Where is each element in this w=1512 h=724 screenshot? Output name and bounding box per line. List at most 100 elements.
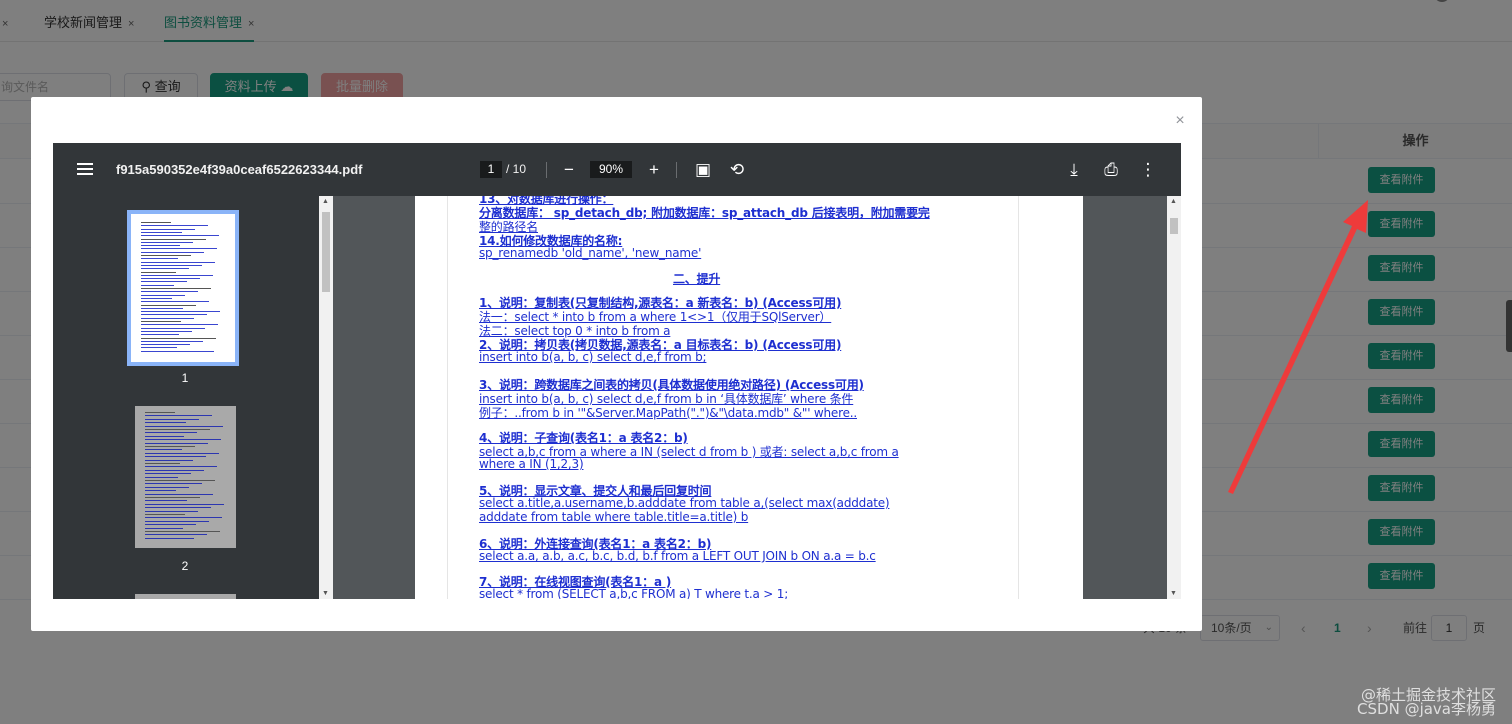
thumbnail-text-line [141, 225, 208, 227]
toolbar-divider [676, 162, 677, 178]
thumbnail-text-line [145, 415, 212, 417]
scroll-down-icon[interactable]: ▼ [1170, 590, 1177, 597]
thumbnail-sidebar: 1 2 ▲ ▼ [53, 196, 333, 599]
scrollbar-thumb[interactable] [322, 212, 330, 292]
thumbnail-text-line [145, 456, 206, 458]
scrollbar-thumb[interactable] [1170, 218, 1178, 234]
thumbnail-text-line [141, 327, 205, 329]
thumbnail-text-line [141, 301, 209, 303]
text-line: adddate from table where table.title=a.t… [479, 510, 749, 524]
thumbnail-text-line [145, 429, 210, 430]
thumbnail-text-line [141, 228, 195, 230]
thumbnail-text-line [141, 268, 189, 270]
thumbnail-text-line [141, 264, 202, 266]
thumbnail-text-line [145, 463, 180, 464]
thumbnail-text-line [141, 281, 187, 283]
thumbnail-text-line [141, 317, 194, 319]
download-icon[interactable]: ⤓ [1063, 143, 1085, 196]
thumbnail-text-line [145, 422, 186, 424]
thumbnail-text-line [145, 466, 217, 468]
thumbnail-text-line [141, 222, 171, 223]
thumbnail-text-line [145, 483, 202, 485]
thumbnail-text-line [141, 344, 190, 346]
zoom-in-icon[interactable]: + [643, 143, 665, 196]
scroll-up-icon[interactable]: ▲ [322, 198, 329, 205]
thumbnail-text-line [145, 517, 222, 519]
thumbnail-text-line [145, 493, 213, 495]
thumbnail-text-line [141, 231, 182, 233]
thumbnail-text-line [145, 439, 221, 441]
thumbnail-text-line [145, 507, 211, 509]
thumbnail-text-line [141, 340, 203, 342]
thumbnail-text-line [141, 255, 191, 256]
thumbnail-text-line [141, 314, 207, 316]
thumbnail-text-line [141, 271, 176, 273]
thumbnail-page-number: 2 [181, 559, 189, 573]
more-options-icon[interactable]: ⋮ [1137, 143, 1159, 196]
thumbnail-text-line [145, 476, 178, 478]
thumbnail-text-line [141, 350, 214, 352]
zoom-level-input[interactable]: 90% [590, 161, 632, 178]
thumbnail-text-line [145, 473, 191, 475]
text-line: select * from (SELECT a,b,c FROM a) T wh… [479, 587, 789, 599]
thumbnail-text-line [141, 248, 217, 250]
scroll-down-icon[interactable]: ▼ [322, 590, 329, 597]
page-total: / 10 [506, 162, 527, 176]
text-line: insert into b(a, b, c) select d,e,f from… [479, 350, 707, 364]
fit-to-page-icon[interactable]: ▣ [692, 143, 714, 196]
toolbar-divider [546, 162, 547, 178]
thumbnail-text-line [141, 245, 180, 247]
thumbnail-text-line [145, 490, 176, 492]
page-thumbnail[interactable] [135, 406, 236, 548]
thumbnail-text-line [145, 524, 196, 526]
thumbnail-text-line [145, 412, 175, 413]
thumbnail-text-line [145, 449, 182, 451]
thumbnail-text-line [141, 278, 200, 280]
pdf-toolbar: f915a590352e4f39a0ceaf6522623344.pdf 1 /… [53, 143, 1181, 196]
watermark: CSDN @java李杨勇 [1357, 700, 1496, 718]
close-icon[interactable]: × [1170, 111, 1190, 131]
section-heading: 分离数据库： sp_detach_db; 附加数据库：sp_attach_db … [479, 206, 930, 220]
page-scrollbar[interactable]: ▲ ▼ [1167, 196, 1181, 599]
thumbnail-text-line [141, 311, 220, 313]
page-thumbnail[interactable] [127, 210, 239, 366]
thumbnail-page-number: 1 [181, 371, 189, 385]
thumbnail-text-line [141, 294, 185, 296]
thumbnail-text-line [141, 258, 178, 260]
thumbnail-text-line [141, 347, 177, 349]
pdf-file-name: f915a590352e4f39a0ceaf6522623344.pdf [116, 162, 363, 177]
text-line: select a.a, a.b, a.c, b.c, b.d, b.f from… [479, 549, 876, 563]
thumbnail-text-line [145, 435, 184, 437]
attachment-dialog: × f915a590352e4f39a0ceaf6522623344.pdf 1… [31, 97, 1202, 631]
thumbnail-text-line [141, 291, 198, 293]
thumbnail-text-line [145, 527, 183, 529]
thumbnail-text-line [141, 307, 183, 309]
thumbnail-text-line [145, 452, 219, 454]
text-line: sp_renamedb 'old_name', 'new_name' [479, 246, 702, 260]
thumbnail-text-line [145, 520, 209, 522]
zoom-out-icon[interactable]: − [558, 143, 580, 196]
thumbnail-text-line [145, 469, 204, 471]
page-thumbnail[interactable] [135, 594, 236, 599]
thumbnail-text-line [141, 330, 192, 332]
scroll-up-icon[interactable]: ▲ [1170, 198, 1177, 205]
thumbnail-text-line [145, 500, 187, 502]
thumbnail-text-line [141, 337, 216, 339]
text-line: 例子：..from b in '"&Server.MapPath(".")&"\… [479, 406, 857, 420]
print-icon[interactable]: ⎙ [1100, 143, 1122, 196]
thumbnail-text-line [145, 432, 197, 434]
thumbnail-scrollbar[interactable]: ▲ ▼ [319, 196, 333, 599]
thumbnail-text-line [145, 480, 215, 481]
menu-icon[interactable] [77, 163, 93, 175]
rotate-icon[interactable]: ⟲ [726, 143, 748, 196]
thumbnail-text-line [141, 251, 204, 253]
thumbnail-text-line [145, 531, 220, 532]
thumbnail-text-line [141, 288, 211, 289]
thumbnail-text-line [141, 324, 218, 326]
thumbnail-text-line [145, 486, 189, 488]
thumbnail-text-line [141, 334, 179, 336]
thumbnail-text-line [141, 304, 196, 306]
text-line: select a.title,a.username,b.adddate from… [479, 496, 890, 510]
page-number-input[interactable]: 1 [480, 161, 502, 178]
thumbnail-text-line [141, 238, 206, 240]
